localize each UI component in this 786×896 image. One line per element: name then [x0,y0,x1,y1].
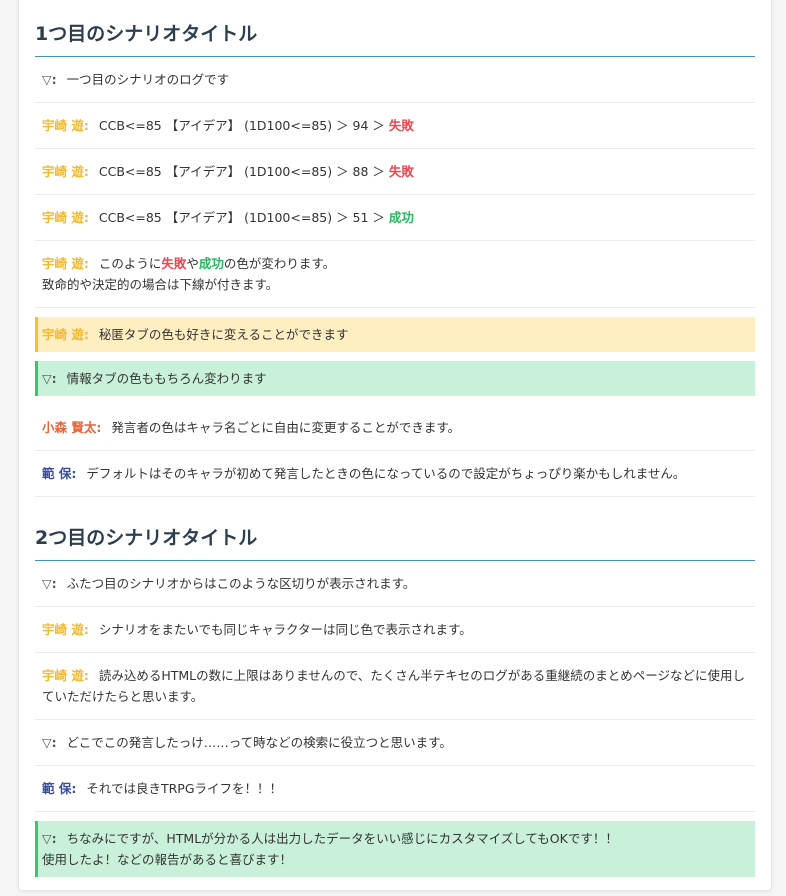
log-message: ▽: どこでこの発言したっけ……って時などの検索に役立つと思います。 [35,720,755,766]
speaker-name: ▽: [42,831,57,846]
log-message: 範 保: デフォルトはそのキャラが初めて発言したときの色になっているので設定がちょ… [35,451,755,497]
message-text: 致命的や決定的の場合は下線が付きます。 [42,277,279,292]
speaker-name: 宇崎 遊: [42,118,89,133]
log-message: 宇崎 遊: このように失敗や成功の色が変わります。致命的や決定的の場合は下線が付き… [35,241,755,308]
speaker-name: 宇崎 遊: [42,210,89,225]
log-message: 小森 賢太: 発言者の色はキャラ名ごとに自由に変更することができます。 [35,405,755,451]
scenario-section: 2つ目のシナリオタイトル ▽: ふたつ目のシナリオからはこのような区切りが表示されま… [35,497,755,877]
message-text: このように [98,256,162,271]
speaker-name: 範 保: [42,466,77,481]
message-text: どこでこの発言したっけ……って時などの検索に役立つと思います。 [66,735,452,750]
message-text: 使用したよ！などの報告があると喜びます！ [42,852,293,867]
speaker-name: ▽: [42,371,57,386]
result-fail: 失敗 [388,164,414,179]
message-text: や [186,256,199,271]
message-text: 一つ目のシナリオのログです [66,72,230,87]
result-fail: 失敗 [161,256,187,271]
message-text: ふたつ目のシナリオからはこのような区切りが表示されます。 [66,576,416,591]
log-message: 宇崎 遊: CCB<=85 【アイデア】 (1D100<=85) ＞ 51 ＞ 成… [35,195,755,241]
speaker-name: ▽: [42,72,57,87]
info-message: ▽: 情報タブの色ももちろん変わります [35,361,755,396]
secret-message: 宇崎 遊: 秘匿タブの色も好きに変えることができます [35,317,755,352]
message-text: CCB<=85 【アイデア】 (1D100<=85) ＞ 88 ＞ [98,164,389,179]
log-message: 宇崎 遊: シナリオをまたいでも同じキャラクターは同じ色で表示されます。 [35,607,755,653]
message-text: それでは良きTRPGライフを！！！ [86,781,283,796]
log-card: 1つ目のシナリオタイトル ▽: 一つ目のシナリオのログです宇崎 遊: CCB<=85 … [18,0,772,891]
message-text: ちなみにですが、HTMLが分かる人は出力したデータをいい感じにカスタマイズしても… [66,831,618,846]
message-text: 秘匿タブの色も好きに変えることができます [98,327,349,342]
message-text: CCB<=85 【アイデア】 (1D100<=85) ＞ 51 ＞ [98,210,389,225]
speaker-name: 範 保: [42,781,77,796]
message-text: 情報タブの色ももちろん変わります [66,371,267,386]
message-text: シナリオをまたいでも同じキャラクターは同じ色で表示されます。 [98,622,472,637]
log-message: 宇崎 遊: CCB<=85 【アイデア】 (1D100<=85) ＞ 88 ＞ 失… [35,149,755,195]
speaker-name: 小森 賢太: [42,420,102,435]
message-text: 読み込めるHTMLの数に上限はありませんので、たくさん半テキセのログがある重継続… [42,668,746,704]
info-message: ▽: ちなみにですが、HTMLが分かる人は出力したデータをいい感じにカスタマイズし… [35,821,755,877]
result-success: 成功 [198,256,224,271]
log-message: ▽: 一つ目のシナリオのログです [35,57,755,103]
speaker-name: ▽: [42,576,57,591]
message-text: デフォルトはそのキャラが初めて発言したときの色になっているので設定がちょっぴり楽… [86,466,686,481]
speaker-name: 宇崎 遊: [42,256,89,271]
message-text: CCB<=85 【アイデア】 (1D100<=85) ＞ 94 ＞ [98,118,389,133]
speaker-name: 宇崎 遊: [42,668,89,683]
speaker-name: 宇崎 遊: [42,327,89,342]
scenario-title: 2つ目のシナリオタイトル [35,497,755,561]
message-text: の色が変わります。 [223,256,336,271]
result-fail: 失敗 [388,118,414,133]
speaker-name: ▽: [42,735,57,750]
scenario-section: 1つ目のシナリオタイトル ▽: 一つ目のシナリオのログです宇崎 遊: CCB<=85 … [35,0,755,497]
log-message: ▽: ふたつ目のシナリオからはこのような区切りが表示されます。 [35,561,755,607]
speaker-name: 宇崎 遊: [42,622,89,637]
speaker-name: 宇崎 遊: [42,164,89,179]
log-message: 範 保: それでは良きTRPGライフを！！！ [35,766,755,812]
result-success: 成功 [388,210,414,225]
scenario-title: 1つ目のシナリオタイトル [35,0,755,57]
log-message: 宇崎 遊: CCB<=85 【アイデア】 (1D100<=85) ＞ 94 ＞ 失… [35,103,755,149]
log-message: 宇崎 遊: 読み込めるHTMLの数に上限はありませんので、たくさん半テキセのログが… [35,653,755,720]
message-text: 発言者の色はキャラ名ごとに自由に変更することができます。 [111,420,461,435]
